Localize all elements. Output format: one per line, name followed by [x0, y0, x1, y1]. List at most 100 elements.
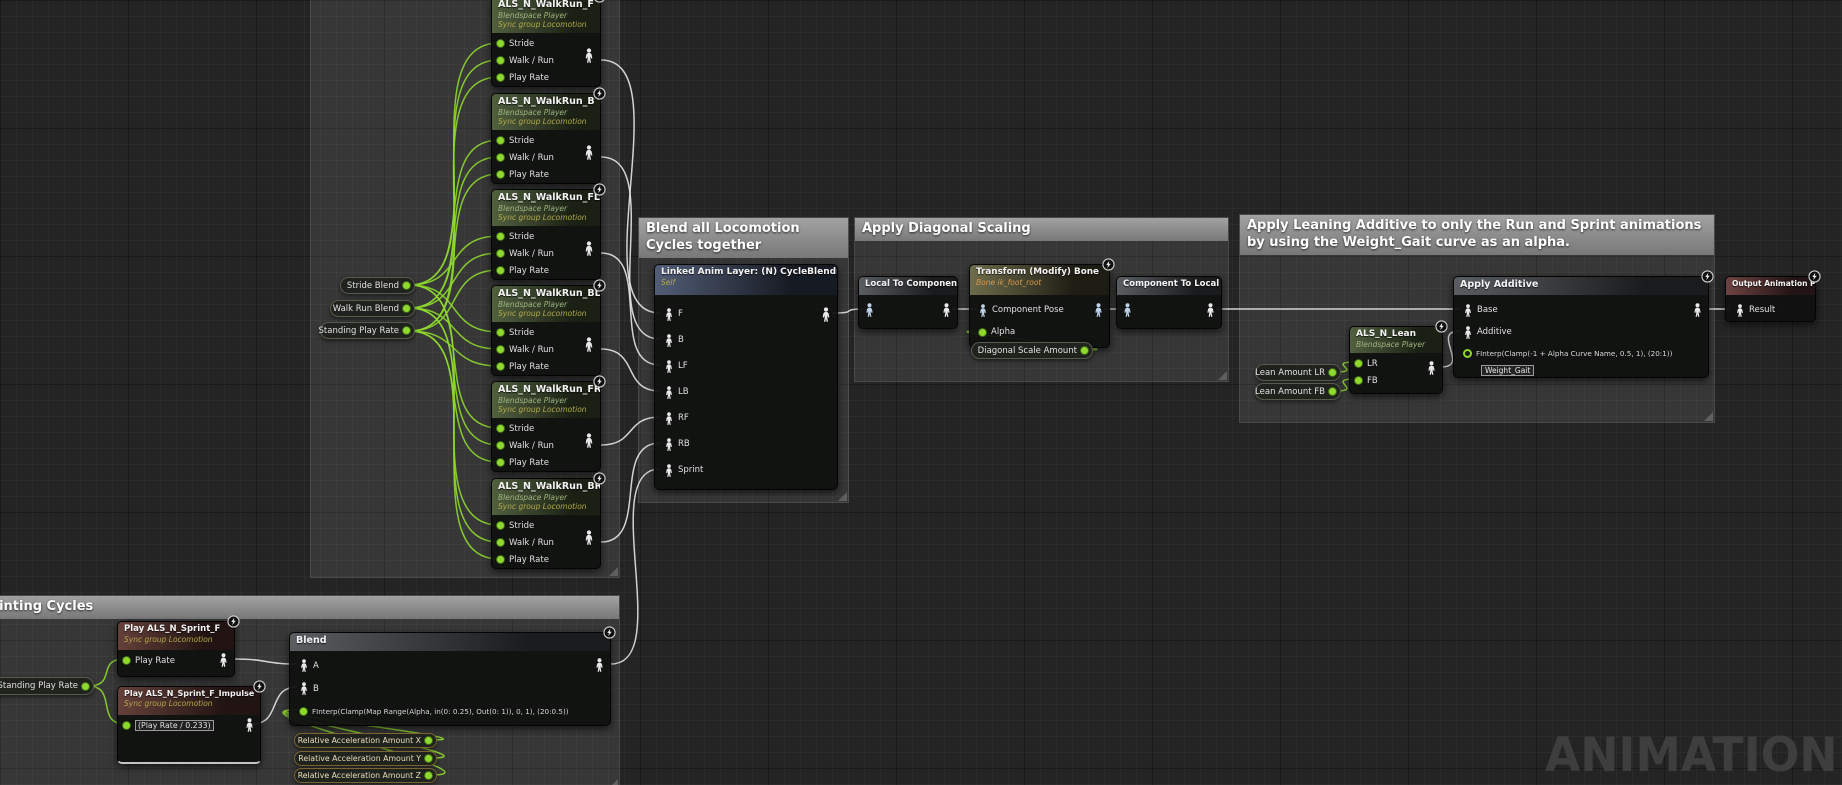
node-output-animation-pose[interactable]: Output Animation Pose Result — [1725, 276, 1816, 322]
pose-input-pin[interactable] — [664, 334, 674, 347]
float-pin[interactable] — [299, 707, 308, 716]
pose-input-pin[interactable] — [1122, 303, 1133, 317]
pin-lf[interactable]: LF — [660, 353, 837, 379]
pose-input-pin[interactable] — [664, 412, 674, 425]
comment-title[interactable]: Apply Leaning Additive to only the Run a… — [1240, 215, 1714, 255]
float-pin[interactable] — [122, 656, 131, 665]
pose-output-pin[interactable] — [583, 530, 595, 545]
comment-title[interactable]: Blend all Locomotion Cycles together — [639, 218, 848, 258]
pose-output-pin[interactable] — [244, 718, 255, 732]
pin-b[interactable]: B — [660, 327, 837, 353]
curve-name-tag[interactable]: Weight_Gait — [1481, 365, 1534, 376]
float-pin[interactable] — [496, 170, 505, 179]
pose-input-pin[interactable] — [299, 659, 309, 672]
node-als-n-walkrun-fl[interactable]: ALS_N_WalkRun_FL Blendspace Player Sync … — [491, 189, 601, 280]
float-output-pin[interactable] — [81, 682, 90, 691]
node-apply-additive[interactable]: Apply Additive Base Additive FInterp(Cla… — [1453, 276, 1709, 378]
float-output-pin[interactable] — [402, 304, 411, 313]
float-pin[interactable] — [496, 136, 505, 145]
node-als-n-walkrun-fr[interactable]: ALS_N_WalkRun_FR Blendspace Player Sync … — [491, 381, 601, 472]
pose-input-pin[interactable] — [664, 360, 674, 373]
float-pin[interactable] — [1354, 376, 1363, 385]
pin-a[interactable]: A — [295, 654, 610, 677]
node-als-n-lean[interactable]: ALS_N_Lean Blendspace Player LR FB — [1349, 326, 1443, 394]
node-linked-anim-layer[interactable]: Linked Anim Layer: (N) CycleBlending Sel… — [654, 264, 838, 490]
pose-output-pin[interactable] — [583, 48, 595, 63]
node-component-to-local[interactable]: Component To Local — [1116, 276, 1222, 329]
float-pin[interactable] — [496, 345, 505, 354]
node-als-n-walkrun-b[interactable]: ALS_N_WalkRun_B Blendspace Player Sync g… — [491, 93, 601, 184]
pill-standing-play-rate[interactable]: Standing Play Rate — [320, 322, 415, 339]
pose-input-pin[interactable] — [664, 464, 674, 477]
float-pin[interactable] — [496, 39, 505, 48]
pin-lb[interactable]: LB — [660, 379, 837, 405]
pose-output-pin[interactable] — [594, 658, 605, 672]
pill-relative-acceleration-z[interactable]: Relative Acceleration Amount Z — [294, 768, 437, 783]
float-pin[interactable] — [496, 153, 505, 162]
pin-play-rate[interactable]: Play Rate — [492, 551, 600, 568]
comment-title[interactable]: Sprinting Cycles — [0, 596, 619, 619]
pose-input-pin[interactable] — [1735, 304, 1745, 317]
pin-additive[interactable]: Additive — [1459, 321, 1708, 343]
pose-input-pin[interactable] — [664, 438, 674, 451]
float-pin[interactable] — [496, 328, 505, 337]
pose-output-pin[interactable] — [583, 145, 595, 160]
pin-component-pose[interactable]: Component Pose — [974, 299, 1109, 321]
pin-rb[interactable]: RB — [660, 431, 837, 457]
pose-output-pin[interactable] — [941, 303, 952, 317]
float-output-pin[interactable] — [1328, 387, 1337, 396]
pose-output-pin[interactable] — [583, 433, 595, 448]
pin-sprint[interactable]: Sprint — [660, 457, 837, 483]
float-pin[interactable] — [496, 441, 505, 450]
pin-play-rate[interactable]: Play Rate — [492, 262, 600, 279]
float-pin[interactable] — [496, 232, 505, 241]
node-transform-modify-bone[interactable]: Transform (Modify) Bone Bone ik_foot_roo… — [969, 264, 1110, 348]
pin-play-rate[interactable]: Play Rate — [492, 454, 600, 471]
pose-input-pin[interactable] — [1463, 326, 1473, 339]
float-pin[interactable] — [496, 555, 505, 564]
node-local-to-component[interactable]: Local To Component — [858, 276, 958, 329]
float-pin[interactable] — [122, 721, 131, 730]
node-als-n-walkrun-bl[interactable]: ALS_N_WalkRun_BL Blendspace Player Sync … — [491, 285, 601, 376]
node-play-als-n-sprint-f-impulse[interactable]: Play ALS_N_Sprint_F_Impulse Sync group L… — [117, 686, 261, 764]
pin-result[interactable]: Result — [1731, 299, 1815, 321]
pin-alpha-expression[interactable]: FInterp(Clamp(-1 + Alpha Curve Name, 0.5… — [1459, 343, 1708, 363]
float-pin[interactable] — [496, 73, 505, 82]
float-pin[interactable] — [496, 424, 505, 433]
pose-output-pin[interactable] — [1692, 303, 1703, 317]
pose-output-pin[interactable] — [820, 307, 832, 322]
node-als-n-walkrun-f[interactable]: ALS_N_WalkRun_F Blendspace Player Sync g… — [491, 0, 601, 87]
float-pin[interactable] — [496, 266, 505, 275]
pose-output-pin[interactable] — [583, 241, 595, 256]
pose-input-pin[interactable] — [864, 303, 875, 317]
pill-lean-amount-fb[interactable]: Lean Amount FB — [1255, 383, 1341, 400]
pin-play-rate[interactable]: Play Rate — [492, 358, 600, 375]
float-output-pin[interactable] — [424, 754, 433, 763]
pin-alpha[interactable]: Alpha — [974, 321, 1109, 343]
pill-walk-run-blend[interactable]: Walk Run Blend — [330, 300, 415, 317]
pill-lean-amount-lr[interactable]: Lean Amount LR — [1255, 364, 1341, 381]
pose-input-pin[interactable] — [299, 682, 309, 695]
node-play-als-n-sprint-f[interactable]: Play ALS_N_Sprint_F Sync group Locomotio… — [117, 621, 235, 677]
float-pin[interactable] — [496, 458, 505, 467]
pose-input-pin[interactable] — [664, 308, 674, 321]
pin-b[interactable]: B — [295, 677, 610, 700]
float-pin[interactable] — [1463, 349, 1472, 358]
float-pin[interactable] — [496, 362, 505, 371]
pill-stride-blend[interactable]: Stride Blend — [340, 277, 415, 294]
float-pin[interactable] — [496, 521, 505, 530]
pill-diagonal-scale-amount[interactable]: Diagonal Scale Amount — [971, 342, 1093, 359]
pose-input-pin[interactable] — [978, 304, 988, 317]
pin-play-rate-expression[interactable]: (Play Rate / 0.233) — [118, 717, 260, 734]
pin-base[interactable]: Base — [1459, 299, 1708, 321]
float-output-pin[interactable] — [402, 326, 411, 335]
graph-canvas[interactable]: Blend all Locomotion Cycles together App… — [0, 0, 1842, 785]
pill-relative-acceleration-y[interactable]: Relative Acceleration Amount Y — [294, 751, 437, 766]
float-output-pin[interactable] — [424, 771, 433, 780]
pin-play-rate[interactable]: Play Rate — [118, 652, 234, 669]
pill-relative-acceleration-x[interactable]: Relative Acceleration Amount X — [294, 733, 437, 748]
pose-output-pin[interactable] — [1093, 303, 1104, 317]
float-output-pin[interactable] — [1328, 368, 1337, 377]
float-pin[interactable] — [496, 538, 505, 547]
float-output-pin[interactable] — [424, 736, 433, 745]
